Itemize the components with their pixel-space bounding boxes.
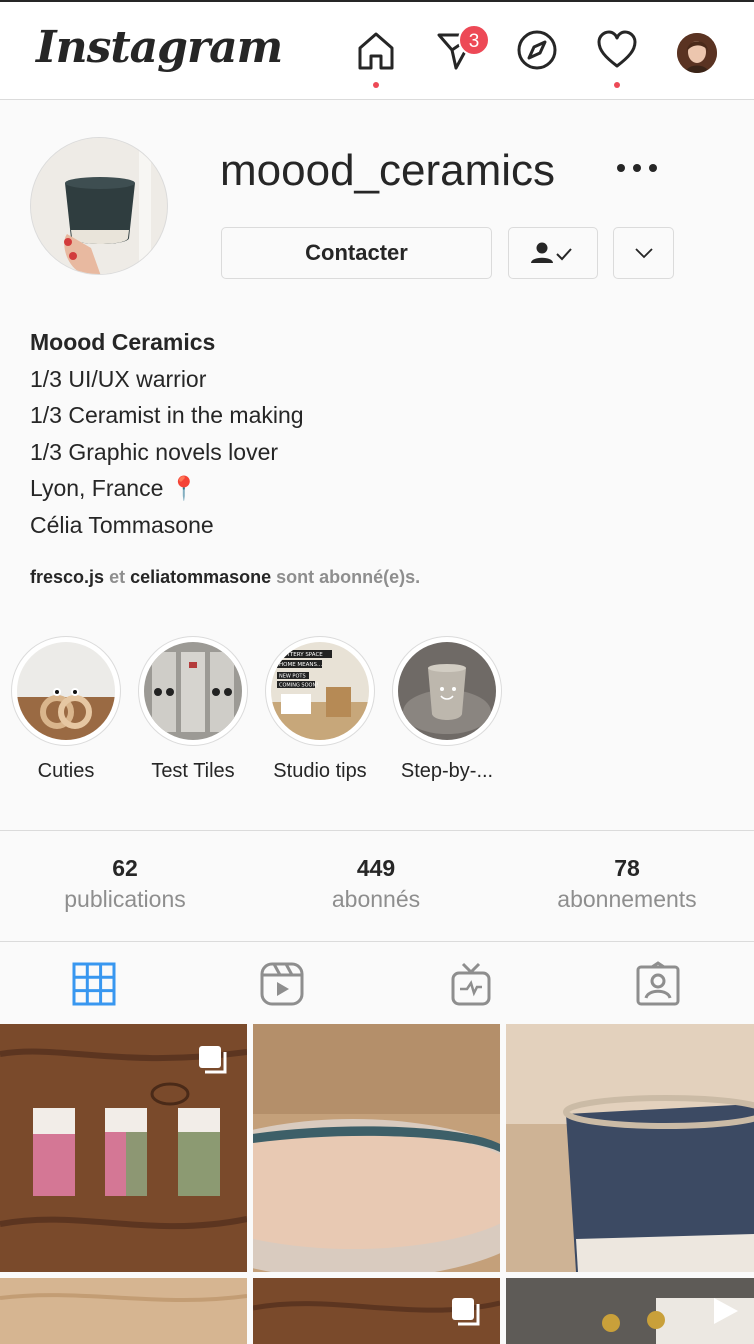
contact-button[interactable]: Contacter: [221, 227, 492, 279]
story-highlight[interactable]: Test Tiles: [133, 636, 253, 783]
more-options-icon[interactable]: [614, 156, 660, 180]
story-highlight-thumbnail: [17, 642, 115, 740]
stat-publications[interactable]: 62 publications: [0, 855, 250, 913]
story-highlight-thumbnail: POTTERY SPACE HOME MEANS... NEW POTS COM…: [271, 642, 369, 740]
chevron-down-icon: [634, 248, 653, 259]
story-highlight-thumbnail: [144, 642, 242, 740]
person-check-icon: [531, 242, 572, 263]
post-thumbnail[interactable]: [0, 1278, 247, 1344]
igtv-icon: [451, 962, 491, 1006]
story-highlight-label: Studio tips: [273, 760, 367, 782]
stat-followers[interactable]: 449 abonnés: [251, 855, 501, 913]
story-highlight-ring: POTTERY SPACE HOME MEANS... NEW POTS COM…: [265, 636, 375, 746]
stat-label: publications: [64, 886, 186, 912]
story-highlight-label: Cuties: [37, 760, 95, 782]
story-highlight-label: Test Tiles: [151, 760, 235, 782]
message-count-badge: 3: [458, 24, 490, 56]
tab-grid[interactable]: [70, 960, 118, 1008]
suggested-accounts-dropdown[interactable]: [613, 227, 674, 279]
story-overlay-text: NEW POTS: [279, 674, 306, 680]
following-button[interactable]: [508, 227, 598, 279]
stat-value: 449: [356, 855, 396, 881]
story-highlight-ring: [138, 636, 248, 746]
post-thumbnail[interactable]: [506, 1278, 754, 1344]
carousel-icon: [197, 1044, 229, 1081]
profile-picture[interactable]: [30, 137, 168, 275]
tab-igtv[interactable]: [447, 960, 495, 1008]
followed-by-text: fresco.js et celiatommasone sont abonné(…: [30, 567, 420, 588]
story-overlay-text: HOME MEANS...: [279, 662, 323, 668]
profile-bio: Moood Ceramics 1/3 UI/UX warrior 1/3 Cer…: [30, 324, 304, 543]
tab-tagged[interactable]: [634, 960, 682, 1008]
instagram-logo[interactable]: Instagram: [36, 22, 283, 73]
story-highlight[interactable]: Step-by-...: [387, 636, 507, 783]
profile-username: moood_ceramics: [220, 146, 556, 195]
followed-by-user-link[interactable]: fresco.js: [30, 567, 104, 587]
grid-icon: [72, 962, 116, 1006]
stat-value: 62: [112, 855, 138, 881]
activity-heart-icon[interactable]: [595, 28, 639, 72]
followed-by-connector: et: [109, 567, 126, 587]
tagged-icon: [636, 961, 680, 1006]
story-highlight[interactable]: POTTERY SPACE HOME MEANS... NEW POTS COM…: [260, 636, 380, 783]
video-play-icon: [710, 1296, 740, 1331]
story-overlay-text: POTTERY SPACE: [279, 652, 323, 658]
post-thumbnail[interactable]: [253, 1024, 500, 1272]
story-highlight-ring: [11, 636, 121, 746]
activity-notification-dot: [614, 82, 620, 88]
story-highlight-thumbnail: [398, 642, 496, 740]
bio-line: Lyon, France 📍: [30, 475, 199, 501]
story-highlight-label: Step-by-...: [400, 760, 494, 782]
bio-display-name: Moood Ceramics: [30, 329, 216, 355]
story-highlight-ring: [392, 636, 502, 746]
stat-value: 78: [614, 855, 640, 881]
stat-label: abonnements: [557, 886, 697, 912]
bio-line: 1/3 Graphic novels lover: [30, 438, 279, 465]
tab-reels[interactable]: [258, 960, 306, 1008]
bio-line: Célia Tommasone: [30, 511, 214, 538]
followed-by-user-link[interactable]: celiatommasone: [130, 567, 271, 587]
bio-line: 1/3 Ceramist in the making: [30, 402, 304, 428]
carousel-icon: [450, 1296, 482, 1333]
bio-line: 1/3 UI/UX warrior: [30, 365, 207, 392]
followed-by-suffix: sont abonné(e)s.: [276, 567, 421, 587]
profile-stats-bar: 62 publications 449 abonnés 78 abonnemen…: [0, 830, 754, 942]
profile-content-tabs: [0, 942, 754, 1024]
reels-icon: [260, 962, 304, 1006]
home-active-dot: [373, 82, 379, 88]
stat-label: abonnés: [331, 886, 421, 912]
profile-avatar[interactable]: [677, 33, 717, 73]
post-thumbnail[interactable]: [253, 1278, 500, 1344]
top-nav-bar: Instagram 3: [0, 2, 754, 100]
story-highlight[interactable]: Cuties: [6, 636, 126, 783]
explore-compass-icon[interactable]: [515, 28, 559, 72]
post-thumbnail[interactable]: [506, 1024, 754, 1272]
home-icon[interactable]: [354, 28, 398, 72]
story-overlay-text: COMING SOON!: [279, 683, 318, 689]
stat-following[interactable]: 78 abonnements: [502, 855, 752, 913]
post-thumbnail[interactable]: [0, 1024, 247, 1272]
